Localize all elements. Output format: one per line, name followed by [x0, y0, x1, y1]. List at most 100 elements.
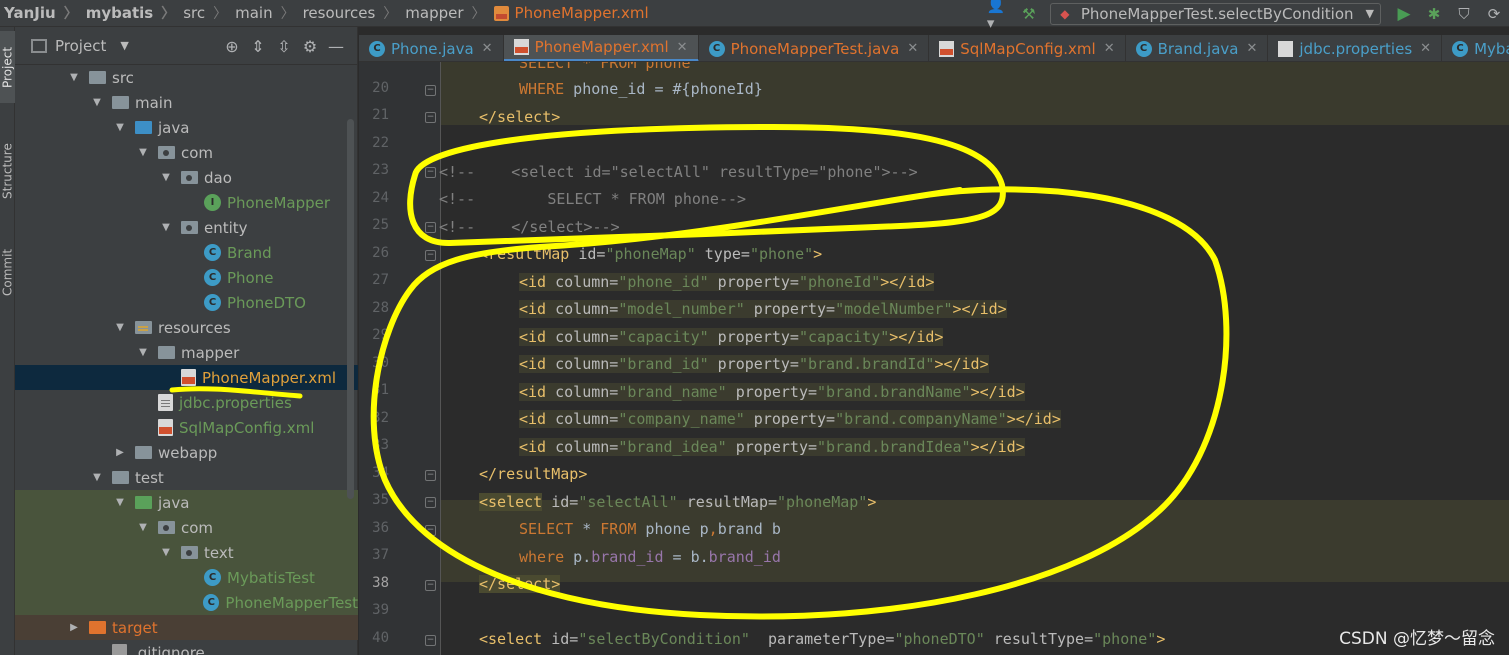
- xml-tag: <select: [479, 629, 543, 648]
- expand-all-icon[interactable]: ⇕: [245, 37, 271, 56]
- breadcrumb-item[interactable]: main 〉: [231, 0, 298, 27]
- fold-marker-icon[interactable]: −: [425, 250, 436, 261]
- tool-window-structure[interactable]: Structure: [0, 131, 15, 211]
- tree-item-phonemappertest[interactable]: C PhoneMapperTest: [15, 590, 358, 615]
- fold-marker-icon[interactable]: −: [425, 222, 436, 233]
- chevron-down-icon[interactable]: ▼: [159, 172, 173, 183]
- tree-item-phone[interactable]: C Phone: [15, 265, 358, 290]
- breadcrumb-item[interactable]: YanJiu 〉: [0, 0, 82, 27]
- tree-item-com[interactable]: ▼ com: [15, 140, 358, 165]
- fold-marker-icon[interactable]: −: [425, 112, 436, 123]
- close-icon[interactable]: ✕: [1104, 41, 1115, 56]
- hammer-build-icon[interactable]: ⚒: [1017, 2, 1041, 26]
- run-triangle-icon[interactable]: ▶: [1392, 2, 1416, 26]
- chevron-right-icon[interactable]: ▶: [113, 447, 127, 458]
- project-tree-scrollbar[interactable]: [347, 119, 354, 499]
- close-icon[interactable]: ✕: [907, 41, 918, 56]
- sql-keyword: FROM: [600, 519, 637, 538]
- tab-phone-java[interactable]: C Phone.java ✕: [359, 35, 504, 61]
- chevron-down-icon[interactable]: ▼: [159, 547, 173, 558]
- chevron-down-icon[interactable]: ▼: [136, 347, 150, 358]
- code-line-40: <select id= "selectByCondition" parameter…: [479, 625, 1165, 652]
- close-icon[interactable]: ✕: [1420, 41, 1431, 56]
- tree-item-test[interactable]: ▼ test: [15, 465, 358, 490]
- tree-item-dao[interactable]: ▼ dao: [15, 165, 358, 190]
- class-icon: C: [1452, 40, 1469, 57]
- hide-panel-icon[interactable]: —: [323, 37, 349, 56]
- tree-item-text[interactable]: ▼ text: [15, 540, 358, 565]
- tree-item-phonemapper-xml[interactable]: PhoneMapper.xml: [15, 365, 358, 390]
- tree-item-test-java[interactable]: ▼ java: [15, 490, 358, 515]
- tree-item-test-com[interactable]: ▼ com: [15, 515, 358, 540]
- properties-file-icon: [158, 394, 173, 411]
- chevron-right-icon[interactable]: ▶: [67, 622, 81, 633]
- fold-marker-icon[interactable]: −: [425, 580, 436, 591]
- chevron-down-icon[interactable]: ▼: [90, 97, 104, 108]
- class-icon: C: [204, 244, 221, 261]
- xml-file-icon: [158, 419, 173, 436]
- chevron-down-icon[interactable]: ▼: [113, 497, 127, 508]
- chevron-down-icon[interactable]: ▼: [136, 147, 150, 158]
- tab-mybatis-overflow[interactable]: C Myba: [1442, 35, 1509, 61]
- tree-item-jdbc-properties[interactable]: jdbc.properties: [15, 390, 358, 415]
- tree-item-mapper[interactable]: ▼ mapper: [15, 340, 358, 365]
- tool-window-project[interactable]: Project: [0, 31, 15, 103]
- chevron-down-icon[interactable]: ▼: [113, 122, 127, 133]
- tab-sqlmapconfig-xml[interactable]: SqlMapConfig.xml ✕: [929, 35, 1126, 61]
- comment-text: <!--: [439, 189, 476, 208]
- project-panel-title[interactable]: Project: [55, 37, 106, 55]
- tree-item-label: SqlMapConfig.xml: [179, 418, 315, 437]
- close-icon[interactable]: ✕: [1246, 41, 1257, 56]
- fold-marker-icon[interactable]: −: [425, 470, 436, 481]
- chevron-down-icon[interactable]: ▼: [90, 472, 104, 483]
- shield-coverage-icon[interactable]: ⛉: [1452, 2, 1476, 26]
- fold-marker-icon[interactable]: −: [425, 167, 436, 178]
- tree-item-src[interactable]: ▼ src: [15, 65, 358, 90]
- tree-item-sqlmapconfig[interactable]: SqlMapConfig.xml: [15, 415, 358, 440]
- chevron-down-icon[interactable]: ▼: [136, 522, 150, 533]
- locate-file-icon[interactable]: ⊕: [219, 37, 245, 56]
- tree-item-entity[interactable]: ▼ entity: [15, 215, 358, 240]
- fold-marker-icon[interactable]: −: [425, 525, 436, 536]
- close-icon[interactable]: ✕: [482, 41, 493, 56]
- code-editor[interactable]: 19 20 21 22 23 24 25 26 27 28 29 30 31 3…: [359, 62, 1509, 655]
- code-text: brand b: [717, 519, 781, 538]
- tab-brand-java[interactable]: C Brand.java ✕: [1126, 35, 1269, 61]
- chevron-down-icon[interactable]: ▼: [67, 72, 81, 83]
- chevron-down-icon[interactable]: ▼: [159, 222, 173, 233]
- user-dropdown-icon[interactable]: 👤▾: [987, 0, 1011, 32]
- tree-item-mybatistest[interactable]: C MybatisTest: [15, 565, 358, 590]
- breadcrumb-item[interactable]: resources 〉: [299, 0, 402, 27]
- breadcrumb-item[interactable]: mapper 〉: [401, 0, 489, 27]
- fold-marker-icon[interactable]: −: [425, 635, 436, 646]
- tree-item-main[interactable]: ▼ main: [15, 90, 358, 115]
- tree-item-java[interactable]: ▼ java: [15, 115, 358, 140]
- tree-item-brand[interactable]: C Brand: [15, 240, 358, 265]
- fold-marker-icon[interactable]: −: [425, 85, 436, 96]
- tree-item-webapp[interactable]: ▶ webapp: [15, 440, 358, 465]
- tree-item-target[interactable]: ▶ target: [15, 615, 358, 640]
- tree-item-phonemapper[interactable]: I PhoneMapper: [15, 190, 358, 215]
- tree-item-resources[interactable]: ▼ resources: [15, 315, 358, 340]
- run-configuration-select[interactable]: ◆ PhoneMapperTest.selectByCondition ▼: [1049, 2, 1381, 25]
- tree-item-phonedto[interactable]: C PhoneDTO: [15, 290, 358, 315]
- tree-item-gitignore[interactable]: .gitignore: [15, 640, 358, 655]
- gear-icon[interactable]: ⚙: [297, 37, 323, 56]
- chevron-down-icon[interactable]: ▼: [113, 322, 127, 333]
- code-line-id: <id column="brand_id" property="brand.br…: [519, 351, 989, 378]
- tab-phonemapper-xml[interactable]: PhoneMapper.xml ✕: [503, 35, 699, 61]
- chevron-down-icon[interactable]: ▼: [120, 39, 128, 52]
- more-actions-icon[interactable]: ⟳: [1482, 2, 1506, 26]
- tab-jdbc-properties[interactable]: jdbc.properties ✕: [1268, 35, 1443, 61]
- line-number: 28: [372, 300, 389, 316]
- breadcrumb-item[interactable]: mybatis 〉: [82, 0, 180, 27]
- collapse-all-icon[interactable]: ⇳: [271, 37, 297, 56]
- breadcrumb-item[interactable]: src 〉: [179, 0, 231, 27]
- tool-window-commit[interactable]: Commit: [0, 237, 15, 307]
- breadcrumb-item-current[interactable]: PhoneMapper.xml: [490, 0, 653, 27]
- fold-marker-icon[interactable]: −: [425, 497, 436, 508]
- line-number-current: 38: [372, 575, 389, 591]
- tab-phonemappertest-java[interactable]: C PhoneMapperTest.java ✕: [699, 35, 930, 61]
- close-icon[interactable]: ✕: [677, 40, 688, 55]
- bug-debug-icon[interactable]: ✱: [1422, 2, 1446, 26]
